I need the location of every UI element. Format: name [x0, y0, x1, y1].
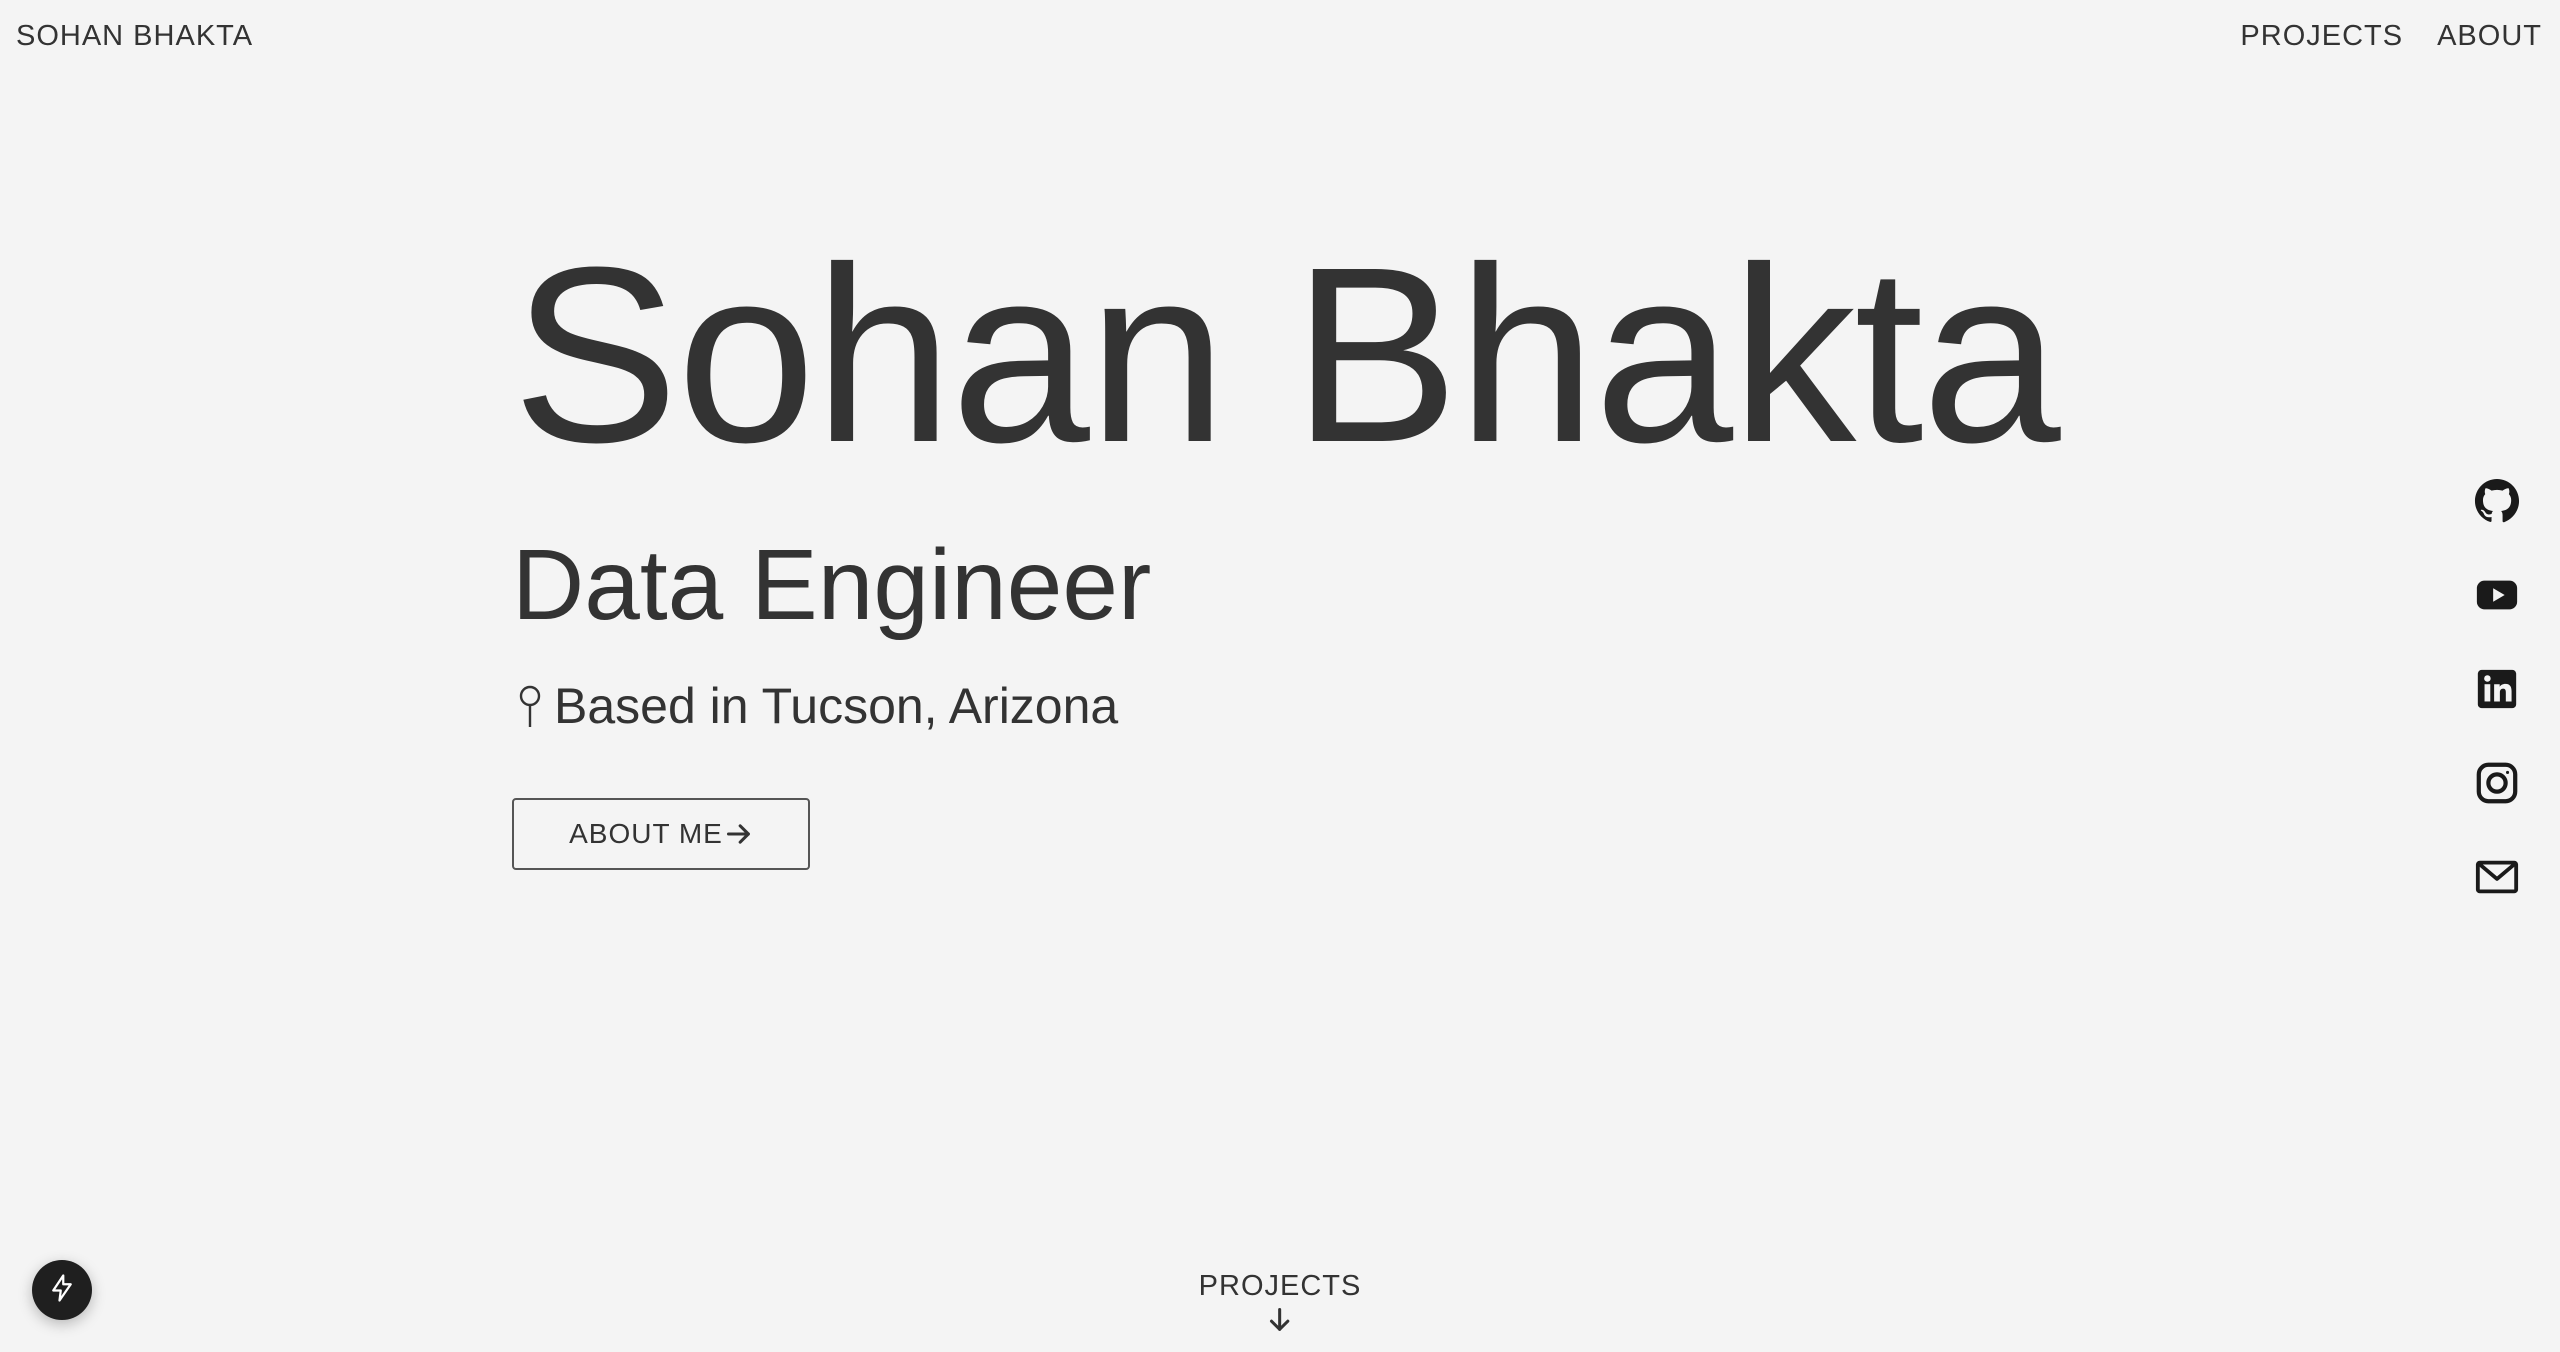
arrow-right-icon: [725, 820, 753, 848]
linkedin-link[interactable]: [2474, 666, 2520, 712]
hero-location: Based in Tucson, Arizona: [512, 676, 1118, 736]
hero-section: Sohan Bhakta Data Engineer Based in Tucs…: [512, 215, 2061, 870]
instagram-icon: [2474, 760, 2520, 806]
page: SOHAN BHAKTA PROJECTS ABOUT Sohan Bhakta…: [0, 0, 2560, 1352]
github-link[interactable]: [2474, 478, 2520, 524]
arrow-down-icon: [1266, 1306, 1294, 1339]
location-text: Based in Tucson, Arizona: [554, 678, 1119, 734]
scroll-projects-link[interactable]: PROJECTS: [1199, 1268, 1362, 1339]
about-me-label: ABOUT ME: [569, 818, 723, 849]
github-icon: [2474, 478, 2520, 524]
nav-projects-link[interactable]: PROJECTS: [2240, 18, 2403, 54]
nav-about-link[interactable]: ABOUT: [2437, 18, 2542, 54]
social-links: [2474, 478, 2520, 900]
instagram-link[interactable]: [2474, 760, 2520, 806]
mail-icon: [2474, 854, 2520, 900]
map-pin-icon: [512, 681, 548, 731]
youtube-icon: [2474, 572, 2520, 618]
hero-role: Data Engineer: [512, 529, 1152, 641]
about-me-button[interactable]: ABOUT ME: [512, 798, 810, 870]
brand-link[interactable]: SOHAN BHAKTA: [16, 18, 253, 54]
hero-name: Sohan Bhakta: [512, 215, 2061, 494]
mail-link[interactable]: [2474, 854, 2520, 900]
linkedin-icon: [2474, 666, 2520, 712]
lightning-icon: [47, 1273, 77, 1308]
top-nav: PROJECTS ABOUT: [2240, 18, 2542, 54]
youtube-link[interactable]: [2474, 572, 2520, 618]
scroll-projects-label: PROJECTS: [1198, 1270, 1362, 1302]
floating-badge[interactable]: [32, 1260, 92, 1320]
